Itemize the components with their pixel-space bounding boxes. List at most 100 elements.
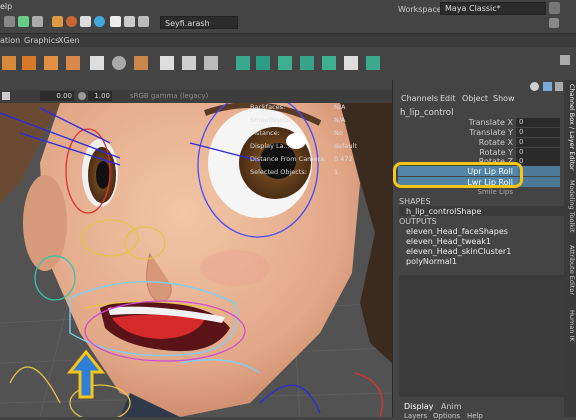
snap-view-icon[interactable] xyxy=(94,16,105,27)
attr-value-selected[interactable] xyxy=(518,177,560,187)
snap-point-icon[interactable] xyxy=(80,16,91,27)
pause-icon[interactable] xyxy=(138,16,149,27)
uv-sew-icon[interactable] xyxy=(300,56,314,70)
shelf-tabs: ation Graphics XGen xyxy=(0,34,576,47)
attr-value[interactable]: 0 xyxy=(516,128,560,137)
tab-modeling-toolkit[interactable]: Modeling Toolkit xyxy=(566,180,576,232)
attr-label[interactable]: Translate Y xyxy=(400,128,513,137)
camera-icon[interactable] xyxy=(2,92,10,100)
hud-label: Selected Objects: xyxy=(250,168,307,176)
shape-node[interactable]: h_lip_controlShape xyxy=(406,207,481,216)
outputs-header: OUTPUTS xyxy=(399,217,437,226)
layer-editor-icon[interactable] xyxy=(543,82,552,91)
toggle-panel-icon[interactable] xyxy=(549,18,559,28)
shelf-tab-animation[interactable]: ation xyxy=(0,36,20,45)
sphere-icon[interactable] xyxy=(112,56,126,70)
attr-label[interactable]: Rotate X xyxy=(400,138,513,147)
user-account-dropdown[interactable]: Seyfi.arash xyxy=(160,16,238,29)
shelf-right-empty xyxy=(392,54,576,80)
uv-unfold-icon[interactable] xyxy=(256,56,270,70)
attr-label[interactable]: Translate X xyxy=(400,118,513,127)
lasso-icon[interactable] xyxy=(18,16,29,27)
ipr-icon[interactable] xyxy=(124,16,135,27)
attr-label-partial[interactable]: Smile Lips xyxy=(400,188,513,196)
hud-label: Instance: xyxy=(250,129,280,137)
hud-label: Backfaces: xyxy=(250,103,286,111)
uv-icon[interactable] xyxy=(236,56,250,70)
hud-value: No xyxy=(334,129,343,137)
render-icon[interactable] xyxy=(110,16,121,27)
dice-icon[interactable] xyxy=(344,56,358,70)
snap-curve-icon[interactable] xyxy=(66,16,77,27)
annotation-highlight-ring xyxy=(393,162,523,188)
hud-value: 1 xyxy=(334,168,339,176)
uv-rotate-icon[interactable] xyxy=(322,56,336,70)
hud-value: N/A xyxy=(334,116,346,124)
curve-icon[interactable] xyxy=(182,56,196,70)
workspace-label: Workspace: xyxy=(398,5,445,14)
paint-select-icon[interactable] xyxy=(32,16,43,27)
checker-icon[interactable] xyxy=(134,56,148,70)
hud-value: N/A xyxy=(334,103,346,111)
menu-edit[interactable]: Edit xyxy=(440,94,456,103)
attr-value[interactable]: 0 xyxy=(516,157,560,166)
tab-anim[interactable]: Anim xyxy=(441,402,462,411)
grid-cube-icon[interactable] xyxy=(22,56,36,70)
character-face-render xyxy=(0,103,392,417)
selected-node-name[interactable]: h_lip_control xyxy=(400,108,453,118)
attr-label[interactable]: Rotate Y xyxy=(400,148,513,157)
hud-label: Smoothness: xyxy=(250,116,293,124)
channel-box-icon[interactable] xyxy=(530,82,539,91)
menu-help[interactable]: elp xyxy=(0,2,12,11)
workspace-lock-icon[interactable] xyxy=(549,2,560,14)
side-panel-tabs: Channel Box / Layer Editor Modeling Tool… xyxy=(564,80,576,417)
colorspace-label[interactable]: sRGB gamma (legacy) xyxy=(130,92,208,100)
gamma-icon[interactable] xyxy=(78,92,86,100)
viewport-3d[interactable] xyxy=(0,103,392,417)
split-cube-icon[interactable] xyxy=(44,56,58,70)
bevel-icon[interactable] xyxy=(66,56,80,70)
edit-curve-icon[interactable] xyxy=(204,56,218,70)
tab-attribute-editor[interactable]: Attribute Editor xyxy=(566,245,576,295)
menu-object[interactable]: Object xyxy=(462,94,488,103)
hud-value: 0.472 xyxy=(334,155,353,163)
magnet-icon[interactable] xyxy=(52,16,63,27)
hud-label: Display La... xyxy=(250,142,290,150)
output-node[interactable]: eleven_Head_tweak1 xyxy=(406,237,491,246)
planar-icon[interactable] xyxy=(90,56,104,70)
attr-value[interactable]: 0 xyxy=(516,118,560,127)
tab-human-ik[interactable]: Human IK xyxy=(566,310,576,342)
tab-channel-box-layer-editor[interactable]: Channel Box / Layer Editor xyxy=(566,84,576,171)
select-mode-icon[interactable] xyxy=(4,16,15,27)
menu-show[interactable]: Show xyxy=(493,94,515,103)
layer-editor-area xyxy=(399,275,564,397)
cube-icon[interactable] xyxy=(2,56,16,70)
output-node[interactable]: eleven_Head_faceShapes xyxy=(406,227,508,236)
pencil-icon[interactable] xyxy=(160,56,174,70)
hud-label: Distance From Camera: xyxy=(250,155,327,163)
uv-layout-icon[interactable] xyxy=(278,56,292,70)
attribute-icon[interactable] xyxy=(555,82,563,91)
shelf-tab-xgen[interactable]: XGen xyxy=(58,36,80,45)
attr-value-selected[interactable] xyxy=(518,166,560,176)
menu-options[interactable]: Options xyxy=(433,412,460,420)
shelf xyxy=(0,47,390,80)
workspace-dropdown[interactable]: Maya Classic* xyxy=(440,2,546,15)
attr-value[interactable]: 0 xyxy=(516,148,560,157)
menu-layers[interactable]: Layers xyxy=(404,412,427,420)
output-node[interactable]: polyNormal1 xyxy=(406,257,457,266)
uv-shell-icon[interactable] xyxy=(366,56,380,70)
tab-display[interactable]: Display xyxy=(404,402,434,411)
menu-channels[interactable]: Channels xyxy=(401,94,438,103)
attr-value[interactable]: 0 xyxy=(516,138,560,147)
shapes-header: SHAPES xyxy=(399,197,431,206)
exposure-field[interactable]: 0.00 xyxy=(40,91,74,101)
menu-help-layers[interactable]: Help xyxy=(467,412,483,420)
hud-value: default xyxy=(334,142,357,150)
output-node[interactable]: eleven_Head_skinCluster1 xyxy=(406,247,511,256)
shelf-options-icon[interactable] xyxy=(560,55,570,65)
shelf-tab-graphics[interactable]: Graphics xyxy=(24,36,59,45)
viewport-toolbar: 0.00 1.00 sRGB gamma (legacy) xyxy=(0,90,392,103)
layer-editor-tabs: Display Anim Layers Options Help xyxy=(399,400,564,420)
gamma-field[interactable]: 1.00 xyxy=(88,91,112,101)
